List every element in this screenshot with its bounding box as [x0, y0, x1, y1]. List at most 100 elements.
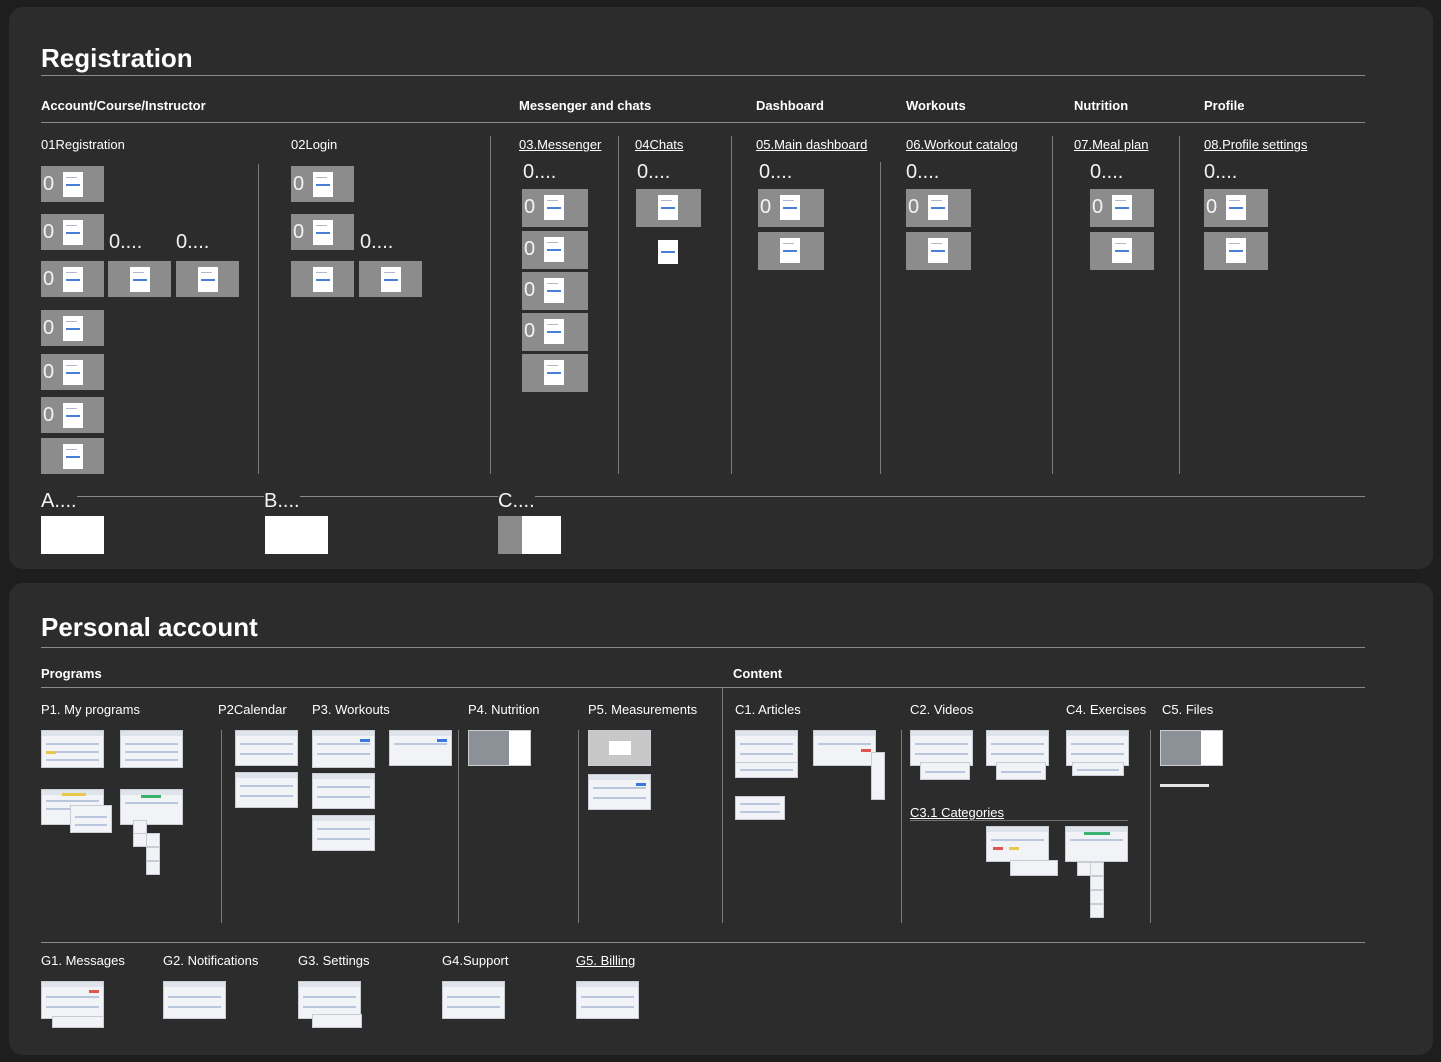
screen-card[interactable]: 0 — [522, 231, 588, 269]
section-05-main-dashboard[interactable]: 05.Main dashboard — [756, 137, 867, 152]
screen-card[interactable]: 0 — [758, 189, 824, 227]
screen-card[interactable] — [522, 354, 588, 392]
screen-card[interactable] — [291, 261, 354, 297]
screen-thumbnail[interactable] — [312, 1014, 362, 1028]
screen-thumbnail[interactable] — [163, 981, 226, 1019]
screen-card[interactable] — [41, 438, 104, 474]
screen-thumbnail[interactable] — [871, 752, 885, 800]
screen-card[interactable]: 0 — [522, 272, 588, 310]
section-c31-categories[interactable]: C3.1 Categories — [910, 805, 1004, 820]
screen-thumbnail[interactable] — [910, 730, 973, 766]
prototype-frame-c[interactable] — [498, 516, 561, 554]
screen-thumbnail[interactable] — [735, 796, 785, 820]
section-p5-measurements[interactable]: P5. Measurements — [588, 702, 697, 717]
section-c5-files[interactable]: C5. Files — [1162, 702, 1213, 717]
screen-thumbnail[interactable] — [146, 833, 160, 847]
screen-thumbnail[interactable] — [1160, 730, 1223, 766]
screen-card[interactable] — [906, 232, 971, 270]
section-g3-settings[interactable]: G3. Settings — [298, 953, 370, 968]
screen-thumbnail[interactable] — [1077, 862, 1091, 876]
screen-thumbnail[interactable] — [1090, 904, 1104, 918]
screen-thumbnail[interactable] — [120, 789, 183, 825]
screen-thumbnail[interactable] — [920, 762, 970, 780]
section-c1-articles[interactable]: C1. Articles — [735, 702, 801, 717]
screen-thumbnail[interactable] — [133, 833, 147, 847]
screen-thumbnail[interactable] — [52, 1016, 104, 1028]
screen-thumbnail[interactable] — [1066, 730, 1129, 766]
screen-card[interactable]: 0 — [1090, 189, 1154, 227]
screen-thumbnail[interactable] — [146, 847, 160, 861]
screen-thumbnail[interactable] — [735, 762, 798, 778]
section-p2-calendar[interactable]: P2Calendar — [218, 702, 287, 717]
screen-thumbnail[interactable] — [1090, 890, 1104, 904]
screen-thumbnail[interactable] — [235, 772, 298, 808]
screen-thumbnail[interactable] — [120, 730, 183, 768]
screen-card[interactable]: 0 — [906, 189, 971, 227]
screen-thumbnail[interactable] — [146, 861, 160, 875]
screen-thumbnail[interactable] — [1010, 860, 1058, 876]
section-07-meal-plan[interactable]: 07.Meal plan — [1074, 137, 1148, 152]
screen-thumbnail[interactable] — [576, 981, 639, 1019]
screen-card[interactable]: 0 — [41, 214, 104, 250]
screen-thumbnail[interactable] — [41, 981, 104, 1019]
screen-card[interactable] — [108, 261, 171, 297]
screen-thumbnail[interactable] — [312, 815, 375, 851]
section-g4-support[interactable]: G4.Support — [442, 953, 509, 968]
screen-thumbnail[interactable] — [235, 730, 298, 766]
screen-thumbnail[interactable] — [312, 730, 375, 768]
screen-thumbnail[interactable] — [658, 240, 678, 264]
screen-thumbnail[interactable] — [1065, 826, 1128, 862]
screen-thumbnail[interactable] — [1090, 876, 1104, 890]
screen-thumbnail[interactable] — [70, 805, 112, 833]
screen-card[interactable] — [359, 261, 422, 297]
screen-thumbnail[interactable] — [389, 730, 452, 766]
section-06-workout-catalog[interactable]: 06.Workout catalog — [906, 137, 1018, 152]
screen-card[interactable] — [1204, 232, 1268, 270]
screen-card[interactable]: 0 — [41, 166, 104, 202]
screen-card[interactable]: 0 — [522, 313, 588, 351]
screen-card[interactable]: 0 — [41, 354, 104, 390]
screen-thumbnail[interactable] — [813, 730, 876, 766]
section-02-login[interactable]: 02Login — [291, 137, 337, 152]
screen-card[interactable]: 0 — [41, 310, 104, 346]
section-p1-my-programs[interactable]: P1. My programs — [41, 702, 140, 717]
section-03-messenger[interactable]: 03.Messenger — [519, 137, 601, 152]
screen-thumbnail[interactable] — [312, 773, 375, 809]
screen-thumbnail[interactable] — [41, 730, 104, 768]
screen-thumbnail[interactable] — [468, 730, 531, 766]
prototype-frame-b[interactable] — [265, 516, 328, 554]
screen-thumbnail[interactable] — [588, 730, 651, 766]
section-g1-messages[interactable]: G1. Messages — [41, 953, 125, 968]
screen-card[interactable] — [176, 261, 239, 297]
screen-thumbnail[interactable] — [588, 774, 651, 810]
screen-thumbnail — [544, 319, 564, 344]
section-01-registration[interactable]: 01Registration — [41, 137, 125, 152]
prototype-frame-a[interactable] — [41, 516, 104, 554]
section-04-chats[interactable]: 04Chats — [635, 137, 683, 152]
screen-thumbnail[interactable] — [442, 981, 505, 1019]
screen-card[interactable]: 0 — [522, 189, 588, 227]
screen-thumbnail[interactable] — [1090, 862, 1104, 876]
screen-card[interactable] — [758, 232, 824, 270]
screen-card[interactable] — [636, 189, 701, 227]
card-label: 0 — [524, 320, 536, 342]
screen-thumbnail[interactable] — [996, 762, 1046, 780]
screen-card[interactable] — [1090, 232, 1154, 270]
screen-thumbnail[interactable] — [1072, 762, 1124, 776]
screen-card[interactable]: 0 — [291, 166, 354, 202]
screen-thumbnail[interactable] — [986, 826, 1049, 862]
section-p3-workouts[interactable]: P3. Workouts — [312, 702, 390, 717]
screen-card[interactable]: 0 — [1204, 189, 1268, 227]
section-08-profile-settings[interactable]: 08.Profile settings — [1204, 137, 1307, 152]
section-g5-billing[interactable]: G5. Billing — [576, 953, 635, 968]
screen-card[interactable]: 0 — [41, 261, 104, 297]
screen-thumbnail[interactable] — [735, 730, 798, 766]
screen-thumbnail[interactable] — [986, 730, 1049, 766]
section-c2-videos[interactable]: C2. Videos — [910, 702, 973, 717]
section-g2-notifications[interactable]: G2. Notifications — [163, 953, 258, 968]
section-p4-nutrition[interactable]: P4. Nutrition — [468, 702, 540, 717]
screen-card[interactable]: 0 — [291, 214, 354, 250]
screen-card[interactable]: 0 — [41, 397, 104, 433]
screen-thumbnail[interactable] — [133, 820, 147, 834]
section-c4-exercises[interactable]: C4. Exercises — [1066, 702, 1146, 717]
